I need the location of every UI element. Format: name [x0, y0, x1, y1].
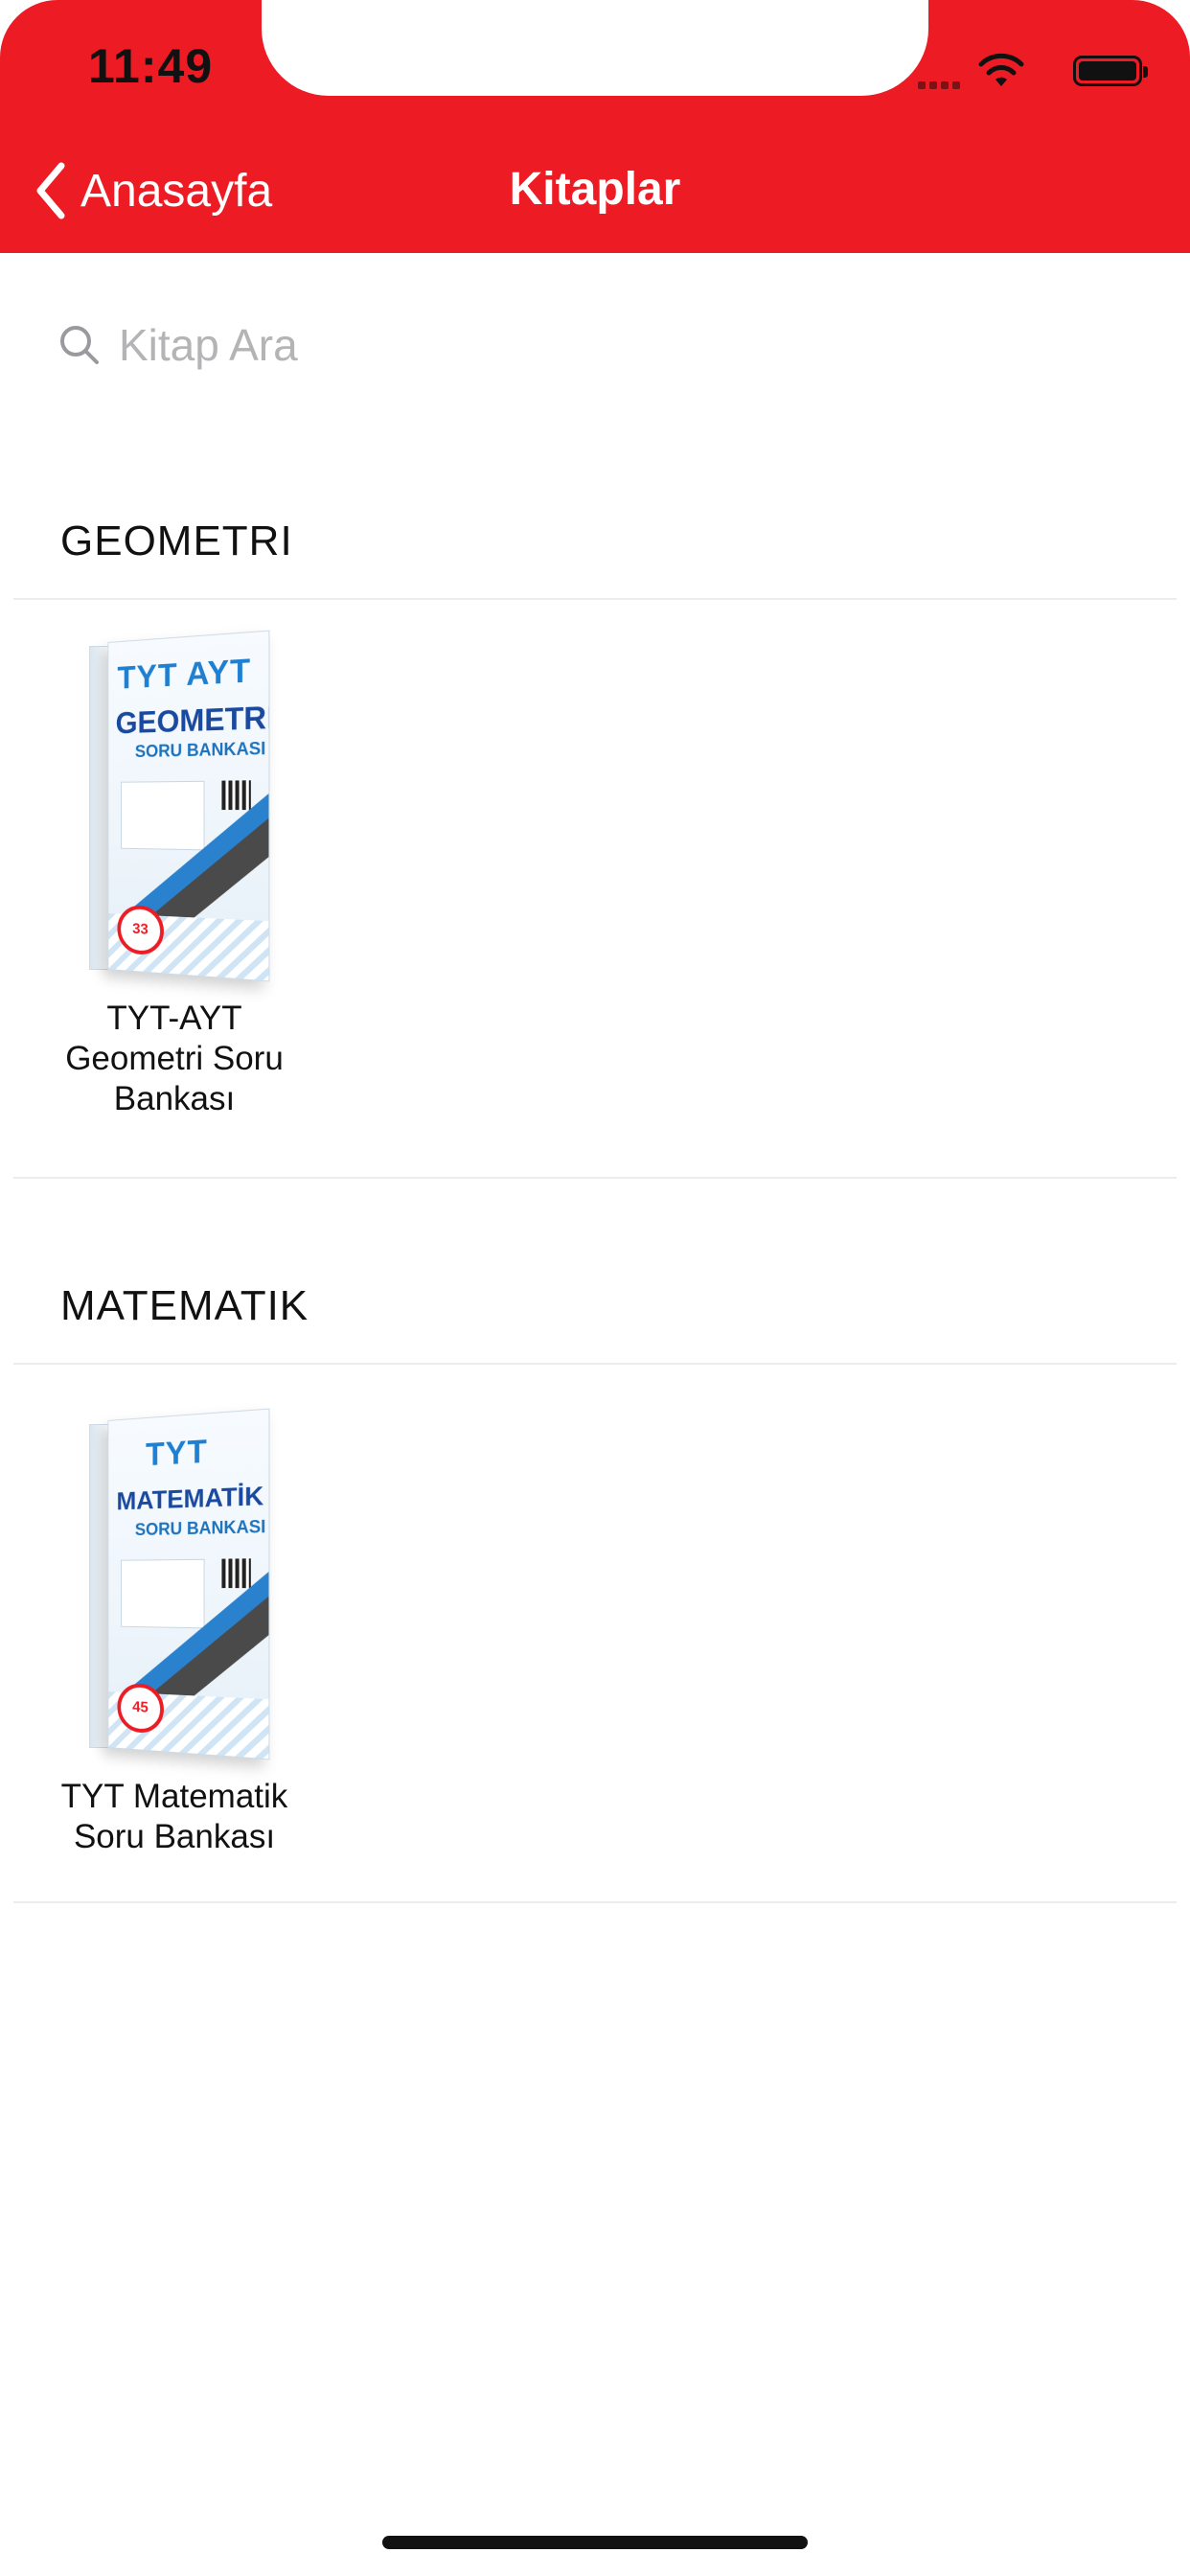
home-indicator[interactable] [382, 2536, 808, 2549]
book-item-matematik[interactable]: TYT MATEMATİK SORU BANKASI 45 TYT Matema… [50, 1408, 299, 1857]
cover-diagram [121, 780, 205, 851]
book-cover: TYT AYT GEOMETRİ SORU BANKASI 33 [83, 630, 270, 982]
book-cover-face: TYT MATEMATİK SORU BANKASI 45 [107, 1408, 270, 1760]
section-divider [13, 1901, 1177, 1903]
book-cover: TYT MATEMATİK SORU BANKASI 45 [83, 1408, 270, 1760]
wifi-icon [977, 52, 1025, 95]
cover-series: TYT [146, 1433, 208, 1474]
cover-title: GEOMETRİ [115, 699, 270, 741]
book-item-geometri[interactable]: TYT AYT GEOMETRİ SORU BANKASI 33 TYT-AYT… [50, 630, 299, 1119]
book-title: TYT Matematik Soru Bankası [60, 1778, 288, 1855]
section-title-matematik: MATEMATIK [60, 1282, 309, 1329]
cellular-signal-icon [914, 77, 960, 94]
search-field[interactable]: Kitap Ara [57, 316, 298, 374]
cover-series: TYT AYT [117, 652, 252, 697]
search-placeholder: Kitap Ara [119, 320, 298, 370]
screen-corner-left [0, 0, 57, 58]
navigation-header: 11:49 Anasayfa Kitaplar [0, 0, 1190, 253]
device-notch [262, 0, 928, 96]
status-time: 11:49 [88, 39, 214, 93]
qr-code-icon [221, 1558, 251, 1589]
section-divider [13, 1177, 1177, 1179]
battery-icon [1073, 56, 1148, 86]
qr-code-icon [221, 780, 251, 811]
book-title: TYT-AYT Geometri Soru Bankası [65, 1000, 284, 1117]
status-icons [893, 48, 1148, 95]
cover-title: MATEMATİK [116, 1481, 264, 1516]
section-divider [13, 1363, 1177, 1365]
cover-diagram [121, 1558, 205, 1629]
section-title-geometri: GEOMETRI [60, 518, 293, 564]
cover-subtitle: SORU BANKASI [134, 738, 266, 762]
page-title: Kitaplar [509, 164, 681, 215]
book-cover-face: TYT AYT GEOMETRİ SORU BANKASI 33 [107, 630, 270, 982]
section-divider [13, 598, 1177, 600]
cover-subtitle: SORU BANKASI [134, 1516, 266, 1540]
search-icon [60, 326, 99, 364]
